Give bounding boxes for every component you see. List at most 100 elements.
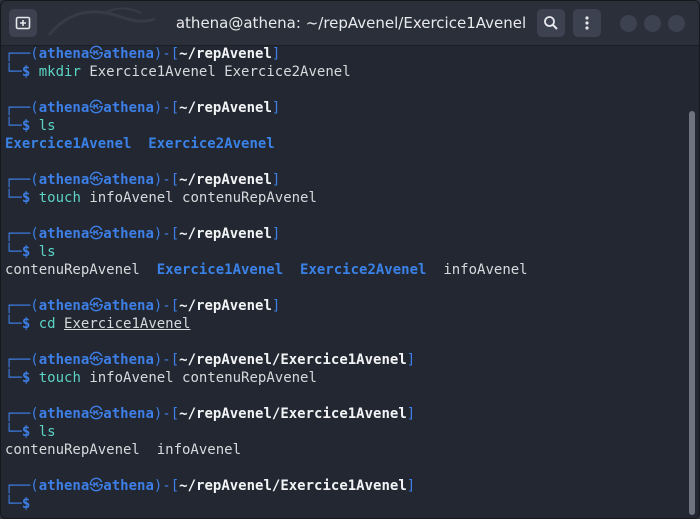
prompt-dollar: $ <box>21 190 31 206</box>
prompt-frame: ] <box>271 46 281 62</box>
command-args: Exercice1Avenel <box>64 316 191 332</box>
prompt-header-line: ┌──(athena㉿athena)-[~/repAvenel] <box>5 171 685 189</box>
prompt-path: ~/repAvenel/Exercice1Avenel <box>179 478 407 494</box>
prompt-frame: ] <box>406 406 416 422</box>
prompt-frame: ┌──( <box>5 100 39 116</box>
prompt-frame: ┌──( <box>5 226 39 242</box>
prompt-header-line: ┌──(athena㉿athena)-[~/repAvenel/Exercice… <box>5 351 685 369</box>
command-line: └─$ mkdir Exercice1Avenel Exercice2Avene… <box>5 63 685 81</box>
minimize-button[interactable] <box>620 15 637 32</box>
terminal-output[interactable]: ┌──(athena㉿athena)-[~/repAvenel] └─$ mkdi… <box>5 45 685 517</box>
prompt-header-line: ┌──(athena㉿athena)-[~/repAvenel] <box>5 297 685 315</box>
prompt-frame: )-[ <box>153 298 180 314</box>
command-name: ls <box>38 424 56 440</box>
prompt-user: athena <box>38 352 90 368</box>
prompt-frame: )-[ <box>153 100 180 116</box>
prompt-user: athena <box>38 298 90 314</box>
prompt-frame: ] <box>271 298 281 314</box>
prompt-at-symbol: ㉿ <box>89 298 104 314</box>
prompt-frame: ] <box>271 100 281 116</box>
prompt-host: athena <box>103 172 154 188</box>
file-entry: contenuRepAvenel <box>5 442 140 458</box>
search-icon <box>544 16 558 30</box>
prompt-path: ~/repAvenel <box>179 100 272 116</box>
scrollbar[interactable] <box>689 111 695 515</box>
title-bar[interactable]: athena@athena: ~/repAvenel/Exercice1Aven… <box>1 1 699 46</box>
command-line: └─$ ls <box>5 117 685 135</box>
prompt-user: athena <box>38 226 90 242</box>
command-name: ls <box>38 244 56 260</box>
prompt-frame: └─ <box>5 64 22 80</box>
prompt-frame: )-[ <box>153 226 180 242</box>
prompt-frame: ┌──( <box>5 298 39 314</box>
prompt-host: athena <box>103 478 154 494</box>
prompt-frame: └─ <box>5 496 22 512</box>
prompt-at-symbol: ㉿ <box>89 478 104 494</box>
command-args: infoAvenel contenuRepAvenel <box>89 370 317 386</box>
prompt-dollar: $ <box>21 316 31 332</box>
command-output: Exercice1Avenel Exercice2Avenel <box>5 135 685 153</box>
command-output: contenuRepAvenel Exercice1Avenel Exercic… <box>5 261 685 279</box>
prompt-user: athena <box>38 478 90 494</box>
prompt-host: athena <box>103 100 154 116</box>
prompt-dollar: $ <box>21 370 31 386</box>
prompt-user: athena <box>38 172 90 188</box>
terminal-window: athena@athena: ~/repAvenel/Exercice1Aven… <box>0 0 700 519</box>
search-button[interactable] <box>537 9 565 37</box>
command-args: infoAvenel contenuRepAvenel <box>89 190 317 206</box>
command-name: touch <box>38 370 81 386</box>
prompt-header-line: ┌──(athena㉿athena)-[~/repAvenel] <box>5 225 685 243</box>
prompt-path: ~/repAvenel/Exercice1Avenel <box>179 406 407 422</box>
prompt-header-line: ┌──(athena㉿athena)-[~/repAvenel] <box>5 45 685 63</box>
prompt-frame: ] <box>271 172 281 188</box>
prompt-frame: ┌──( <box>5 172 39 188</box>
menu-button[interactable] <box>573 9 601 37</box>
prompt-frame: └─ <box>5 244 22 260</box>
maximize-button[interactable] <box>644 15 661 32</box>
command-name: touch <box>38 190 81 206</box>
command-line: └─$ ls <box>5 243 685 261</box>
command-name: ls <box>38 118 56 134</box>
prompt-frame: └─ <box>5 118 22 134</box>
prompt-at-symbol: ㉿ <box>89 406 104 422</box>
prompt-path: ~/repAvenel/Exercice1Avenel <box>179 352 407 368</box>
prompt-user: athena <box>38 100 90 116</box>
prompt-host: athena <box>103 406 154 422</box>
prompt-frame: ┌──( <box>5 406 39 422</box>
prompt-frame: ┌──( <box>5 352 39 368</box>
prompt-frame: ] <box>271 226 281 242</box>
prompt-dollar: $ <box>21 244 31 260</box>
command-line: └─$ touch infoAvenel contenuRepAvenel <box>5 369 685 387</box>
prompt-at-symbol: ㉿ <box>89 226 104 242</box>
prompt-frame: └─ <box>5 316 22 332</box>
kebab-menu-icon <box>585 16 589 30</box>
prompt-dollar: $ <box>21 424 31 440</box>
prompt-header-line: ┌──(athena㉿athena)-[~/repAvenel/Exercice… <box>5 477 685 495</box>
directory-entry: Exercice1Avenel <box>5 136 132 152</box>
prompt-at-symbol: ㉿ <box>89 100 104 116</box>
prompt-frame: ┌──( <box>5 478 39 494</box>
close-button[interactable] <box>668 15 685 32</box>
prompt-dollar: $ <box>21 496 31 512</box>
prompt-host: athena <box>103 226 154 242</box>
prompt-frame: └─ <box>5 424 22 440</box>
directory-entry: Exercice1Avenel <box>156 262 284 278</box>
directory-entry: Exercice2Avenel <box>300 262 427 278</box>
file-entry: infoAvenel <box>443 262 528 278</box>
prompt-host: athena <box>103 298 154 314</box>
prompt-frame: ] <box>406 352 416 368</box>
prompt-path: ~/repAvenel <box>179 46 272 62</box>
file-entry: contenuRepAvenel <box>5 262 140 278</box>
prompt-host: athena <box>103 46 154 62</box>
prompt-frame: )-[ <box>153 406 180 422</box>
prompt-user: athena <box>38 46 90 62</box>
directory-entry: Exercice2Avenel <box>148 136 275 152</box>
command-name: mkdir <box>38 64 81 80</box>
prompt-header-line: ┌──(athena㉿athena)-[~/repAvenel/Exercice… <box>5 405 685 423</box>
